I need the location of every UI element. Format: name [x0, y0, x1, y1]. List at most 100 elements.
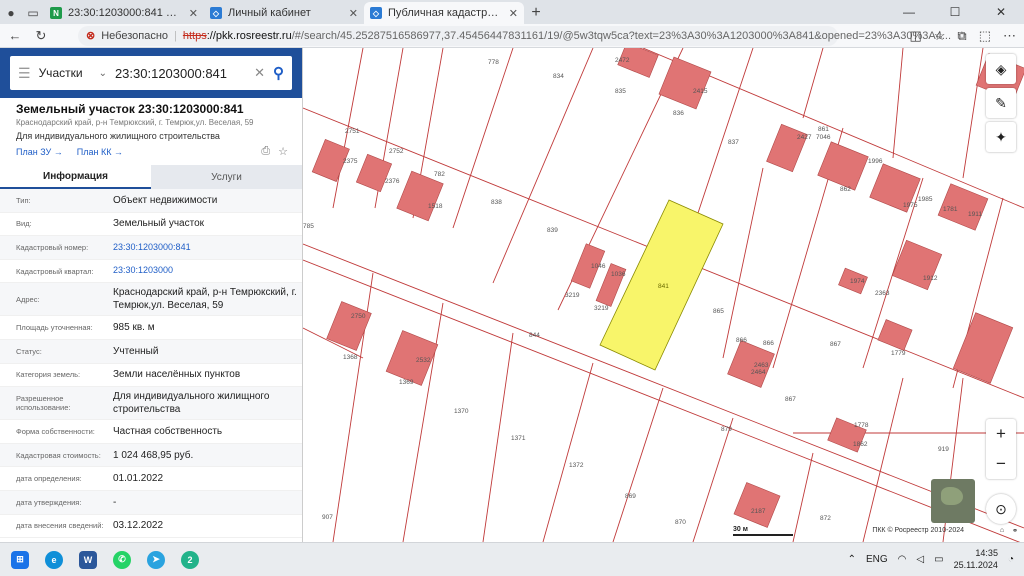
back-icon[interactable]: ←	[4, 25, 26, 47]
tab-2[interactable]: ◇ Личный кабинет ✕	[204, 2, 364, 24]
browser-tabbar: ● ▭ N 23:30:1203000:841 Краснодарск ✕ ◇ …	[0, 0, 1024, 24]
print-icon[interactable]: ⎙	[261, 145, 270, 158]
insecure-label: Небезопасно	[101, 29, 169, 42]
parcel-number-label: 2532	[416, 357, 431, 364]
start-button[interactable]: ⊞	[6, 546, 34, 574]
parcel-number-label: 866	[763, 340, 774, 347]
property-key: дата утверждения:	[16, 497, 82, 507]
map-building[interactable]	[877, 319, 913, 351]
insecure-warning-icon: ⊗	[86, 30, 96, 42]
tab-information[interactable]: Информация	[0, 165, 151, 189]
tab-2-close-icon[interactable]: ✕	[349, 7, 358, 20]
reload-icon[interactable]: ↻	[30, 25, 52, 47]
profile-icon[interactable]: ●	[0, 2, 22, 24]
property-key: Тип:	[16, 195, 31, 205]
plan-kk-link[interactable]: План КК →	[77, 147, 123, 157]
minimize-icon[interactable]: —	[886, 0, 932, 24]
ruler-icon[interactable]: ✎	[986, 88, 1016, 118]
basemap-switcher[interactable]	[931, 479, 975, 523]
search-icon[interactable]: ⚲	[273, 64, 284, 82]
property-key: Категория земель:	[16, 370, 81, 380]
tab-2-title: Личный кабинет	[228, 7, 311, 19]
map-building[interactable]	[733, 482, 781, 528]
map-building[interactable]	[766, 123, 808, 173]
parcel-number-label: 834	[553, 73, 564, 80]
link-icon[interactable]: ⚭	[1012, 527, 1018, 535]
new-tab-button[interactable]: +	[524, 2, 548, 24]
bookmark-star-icon[interactable]: ☆	[278, 145, 288, 158]
window-controls: — ☐ ✕	[886, 0, 1024, 24]
split-screen-icon[interactable]: ◫	[909, 28, 921, 44]
locate-icon[interactable]: ⊙	[986, 494, 1016, 524]
tray-chevron-icon[interactable]: ⌃	[848, 554, 856, 565]
property-value[interactable]: 23:30:1203000	[113, 262, 302, 280]
plan-zu-link[interactable]: План ЗУ →	[16, 147, 63, 157]
parcel-number-label: 1862	[853, 441, 868, 448]
tab-1[interactable]: N 23:30:1203000:841 Краснодарск ✕	[44, 2, 204, 24]
map-parcel-line	[962, 48, 984, 179]
tab-3-title: Публичная кадастровая карта	[388, 7, 503, 19]
tab-actions-icon[interactable]: ▭	[22, 2, 44, 24]
search-input[interactable]: 23:30:1203000:841	[115, 66, 246, 81]
cadastral-map[interactable]: 778 834 2472 835 2415 836 837 861 7046 2427 1996 86…	[303, 48, 1024, 542]
close-window-icon[interactable]: ✕	[978, 0, 1024, 24]
taskbar-telegram[interactable]: ➤	[142, 546, 170, 574]
volume-icon[interactable]: ◁	[916, 554, 924, 565]
search-box: ☰ Участки ⌄ 23:30:1203000:841 ✕ ⚲	[10, 56, 292, 90]
search-type-select[interactable]: Участки	[39, 66, 91, 80]
zoom-controls: + −	[986, 419, 1016, 479]
collections-icon[interactable]: ⧉	[957, 28, 966, 44]
property-value[interactable]: 23:30:1203000:841	[113, 239, 302, 257]
map-building[interactable]	[658, 56, 712, 110]
battery-icon[interactable]: ▭	[934, 554, 943, 565]
extensions-icon[interactable]: ⬚	[979, 28, 991, 44]
home-icon[interactable]: ⌂	[1000, 527, 1004, 535]
tools-icon[interactable]: ✦	[986, 122, 1016, 152]
parcel-number-label: 867	[785, 396, 796, 403]
tab-1-close-icon[interactable]: ✕	[189, 7, 198, 20]
map-building[interactable]	[891, 239, 943, 291]
tab-services[interactable]: Услуги	[151, 165, 302, 189]
parcel-number-label: 867	[830, 341, 841, 348]
parcel-number-label: 3219	[565, 292, 580, 299]
word-icon: W	[79, 550, 97, 569]
url-path: /#/search/45.25287516586977,37.454564478…	[291, 29, 952, 42]
map-building[interactable]	[355, 153, 393, 193]
map-building[interactable]	[817, 141, 869, 191]
parcel-number-label: 1779	[891, 350, 906, 357]
chevron-down-icon[interactable]: ⌄	[99, 68, 107, 79]
property-row: Кадастровый номер: 23:30:1203000:841	[0, 236, 302, 260]
maximize-icon[interactable]: ☐	[932, 0, 978, 24]
parcel-number-label: 1778	[854, 422, 869, 429]
clock[interactable]: 14:35 25.11.2024	[954, 548, 998, 571]
tab-3[interactable]: ◇ Публичная кадастровая карта ✕	[364, 2, 524, 24]
taskbar-whatsapp[interactable]: ✆	[108, 546, 136, 574]
language-indicator[interactable]: ENG	[866, 554, 888, 565]
tab-3-close-icon[interactable]: ✕	[509, 7, 518, 20]
wifi-icon[interactable]: ◠	[898, 554, 907, 565]
taskbar-word[interactable]: W	[74, 546, 102, 574]
property-key: Кадастровый номер:	[16, 242, 89, 252]
menu-dots-icon[interactable]: ⋯	[1003, 28, 1016, 44]
notifications-icon[interactable]: ◔	[1008, 554, 1014, 565]
property-key: Статус:	[16, 346, 42, 356]
map-canvas[interactable]: 778 834 2472 835 2415 836 837 8617046 2427 1996 86…	[303, 48, 1024, 542]
zoom-in-button[interactable]: +	[986, 419, 1016, 449]
map-building[interactable]	[396, 170, 444, 222]
clear-icon[interactable]: ✕	[254, 65, 265, 81]
property-value: Объект недвижимости	[113, 194, 218, 206]
object-address: Краснодарский край, р-н Темрюкский, г. Т…	[16, 118, 254, 127]
layers-icon[interactable]: ◈	[986, 54, 1016, 84]
system-tray: ⌃ ENG ◠ ◁ ▭ 14:35 25.11.2024 ◔	[848, 548, 1014, 571]
menu-icon[interactable]: ☰	[18, 65, 31, 82]
parcel-number-label: 907	[322, 514, 333, 521]
zoom-out-button[interactable]: −	[986, 449, 1016, 479]
taskbar-app[interactable]: 2	[176, 546, 204, 574]
parcel-number-label: 2376	[385, 178, 400, 185]
taskbar-edge[interactable]: e	[40, 546, 68, 574]
parcel-number-label: 838	[491, 199, 502, 206]
url-field[interactable]: ⊗ Небезопасно | https://pkk.rosreestr.ru…	[78, 25, 967, 46]
favorites-icon[interactable]: ☆	[934, 28, 946, 44]
property-row: Адрес: Краснодарский край, р-н Темрюкский…	[0, 283, 302, 317]
object-use: Для индивидуального жилищного строительс…	[16, 131, 220, 141]
